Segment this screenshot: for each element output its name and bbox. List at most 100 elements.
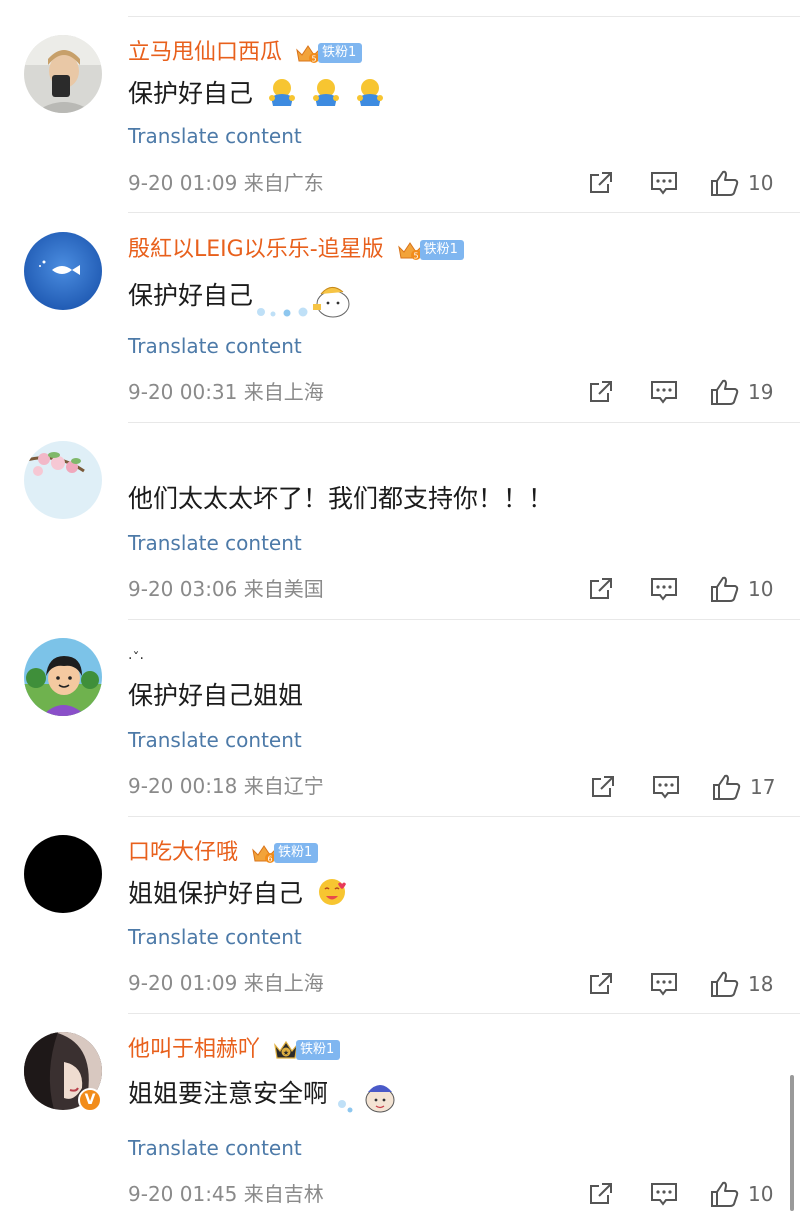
fan-badge-label: 铁粉1 — [274, 843, 319, 863]
translate-link[interactable]: Translate content — [128, 333, 302, 359]
comment-icon — [651, 1183, 677, 1206]
comment-button[interactable] — [650, 168, 678, 198]
like-button[interactable]: 10 — [710, 574, 773, 604]
svg-text:6: 6 — [267, 855, 272, 864]
comment-meta: 9-20 00:18 来自辽宁 — [128, 774, 324, 798]
verified-badge: V — [78, 1088, 102, 1112]
comment-meta: 9-20 01:45 来自吉林 — [128, 1182, 324, 1206]
username[interactable]: 殷紅以LEIG以乐乐-追星版 5 铁粉1 — [128, 237, 464, 263]
fan-badge-label: 铁粉1 — [296, 1040, 341, 1060]
fan-level-badge[interactable]: 5 铁粉1 — [295, 42, 363, 64]
hug-emoji-icon — [356, 79, 383, 106]
like-button[interactable]: 10 — [710, 1179, 773, 1209]
divider — [128, 16, 800, 17]
username-text[interactable]: 他叫于相赫吖 — [128, 1037, 260, 1062]
like-count: 10 — [748, 171, 774, 195]
like-button[interactable]: 10 — [710, 168, 773, 198]
fan-level-badge[interactable]: 5 铁粉1 — [397, 239, 464, 261]
username[interactable]: 立马甩仙口西瓜 5 铁粉1 — [128, 40, 363, 66]
comment-button[interactable] — [650, 969, 678, 999]
divider — [128, 619, 800, 620]
cartoon-sticker-icon — [337, 1085, 395, 1113]
comment-text: 保护好自己 — [128, 77, 385, 110]
share-button[interactable] — [588, 1179, 614, 1209]
svg-text:5: 5 — [413, 252, 418, 261]
svg-text:★: ★ — [283, 1049, 289, 1057]
comment-actions: 10 — [588, 574, 788, 604]
comment-button[interactable] — [652, 772, 680, 802]
divider — [128, 422, 800, 423]
username-text[interactable]: 殷紅以LEIG以乐乐-追星版 — [128, 237, 384, 262]
thumbs-up-icon — [711, 971, 739, 997]
share-button[interactable] — [588, 574, 614, 604]
user-avatar[interactable] — [24, 441, 102, 519]
translate-link[interactable]: Translate content — [128, 123, 302, 149]
username[interactable]: 口吃大仔哦 6 铁粉1 — [128, 840, 319, 866]
share-button[interactable] — [588, 969, 614, 999]
share-icon — [590, 578, 612, 599]
comment-icon — [651, 381, 677, 404]
share-icon — [590, 381, 612, 402]
like-count: 10 — [748, 1182, 774, 1206]
like-button[interactable]: 19 — [710, 377, 773, 407]
comment-actions: 17 — [588, 772, 788, 802]
translate-link[interactable]: Translate content — [128, 1135, 302, 1161]
fan-badge-label: 铁粉1 — [419, 240, 464, 260]
divider — [128, 1013, 800, 1014]
username[interactable]: ·ˇ· — [128, 646, 144, 672]
user-avatar[interactable] — [24, 638, 102, 716]
thumbs-up-icon — [711, 576, 739, 602]
comment-text: 姐姐保护好自己 — [128, 877, 347, 910]
thumbs-up-icon — [711, 379, 739, 405]
username-text[interactable]: 立马甩仙口西瓜 — [128, 40, 282, 65]
username-text[interactable]: ·ˇ· — [128, 651, 144, 667]
divider — [128, 212, 800, 213]
comment-text: 他们太太太坏了！我们都支持你！！！ — [128, 484, 554, 513]
username[interactable]: 他叫于相赫吖 ★ 铁粉1 — [128, 1037, 341, 1063]
crown-icon: 5 — [397, 242, 422, 261]
comment-icon — [651, 578, 677, 601]
svg-text:5: 5 — [311, 55, 316, 64]
divider — [128, 816, 800, 817]
share-button[interactable] — [588, 168, 614, 198]
comment-icon — [651, 172, 677, 195]
like-button[interactable]: 18 — [710, 969, 773, 999]
fan-level-badge[interactable]: ★ 铁粉1 — [273, 1039, 341, 1061]
comment-actions: 19 — [588, 377, 788, 407]
hug-emoji-icon — [312, 79, 339, 106]
bubble-sticker-icon — [256, 287, 350, 318]
thumbs-up-icon — [713, 774, 741, 800]
thumbs-up-icon — [711, 1181, 739, 1207]
thumbs-up-icon — [711, 170, 739, 196]
comment-button[interactable] — [650, 1179, 678, 1209]
like-count: 10 — [748, 577, 774, 601]
translate-link[interactable]: Translate content — [128, 727, 302, 753]
comment-icon — [651, 973, 677, 996]
user-avatar[interactable] — [24, 835, 102, 913]
comment-meta: 9-20 01:09 来自广东 — [128, 171, 324, 195]
comment-text: 保护好自己姐姐 — [128, 681, 304, 710]
comment-button[interactable] — [650, 574, 678, 604]
username-text[interactable]: 口吃大仔哦 — [128, 840, 238, 865]
comment-meta: 9-20 00:31 来自上海 — [128, 380, 324, 404]
translate-link[interactable]: Translate content — [128, 530, 302, 556]
like-count: 17 — [750, 775, 776, 799]
comment-actions: 10 — [588, 168, 788, 198]
fan-level-badge[interactable]: 6 铁粉1 — [251, 842, 319, 864]
user-avatar[interactable] — [24, 35, 102, 113]
share-icon — [590, 973, 612, 994]
fan-badge-label: 铁粉1 — [318, 43, 363, 63]
share-icon — [590, 172, 612, 193]
translate-link[interactable]: Translate content — [128, 924, 302, 950]
comment-text: 保护好自己 — [128, 274, 361, 318]
scrollbar[interactable] — [790, 1075, 794, 1211]
comment-button[interactable] — [650, 377, 678, 407]
share-icon — [592, 776, 614, 797]
comment-actions: 18 — [588, 969, 788, 999]
comment-meta: 9-20 01:09 来自上海 — [128, 971, 324, 995]
share-button[interactable] — [590, 772, 616, 802]
user-avatar[interactable] — [24, 232, 102, 310]
share-button[interactable] — [588, 377, 614, 407]
comment-text: 姐姐要注意安全啊 — [128, 1074, 402, 1118]
like-button[interactable]: 17 — [712, 772, 775, 802]
